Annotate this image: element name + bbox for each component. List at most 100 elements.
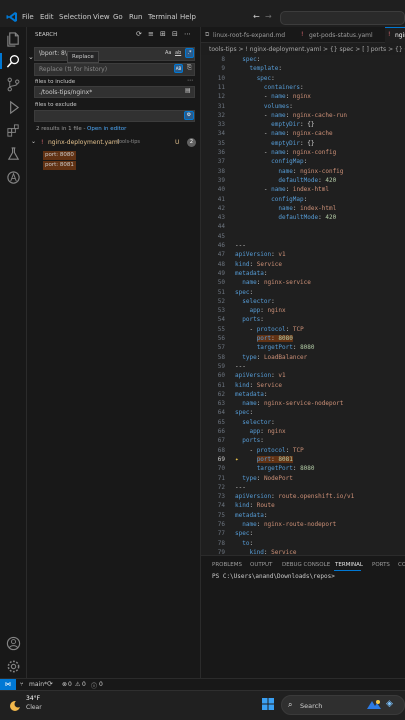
code-line[interactable]: 38 name: nginx-config [201,168,405,177]
sync-icon[interactable]: ⟳ [47,680,53,688]
regex-toggle-icon[interactable]: .* [185,48,194,58]
code-line[interactable]: 66 app: nginx [201,428,405,437]
match-whole-word-icon[interactable]: ab [175,50,181,56]
expand-chevron-icon[interactable]: ⌄ [31,138,36,145]
code-editor[interactable]: 8 spec: 9 template: 10 spec: 11 containers:… [201,55,405,555]
breadcrumb[interactable]: tools-tips > ! nginx-deployment.yaml > {… [201,43,405,55]
tab-more[interactable]: CO [398,562,405,568]
code-line[interactable]: 12 - name: nginx [201,93,405,102]
code-line[interactable]: 51 spec: [201,289,405,298]
back-arrow-icon[interactable]: ← [253,12,260,21]
code-line[interactable]: 37 configMap: [201,158,405,167]
code-line[interactable]: 9 template: [201,65,405,74]
replace-input[interactable]: Replace (⇅ for history) [34,63,195,76]
code-line[interactable]: 57 targetPort: 8080 [201,344,405,353]
code-line[interactable]: 54 ports: [201,316,405,325]
menu-edit[interactable]: Edit [40,13,54,21]
replace-all-icon[interactable]: ⎘ [187,64,192,72]
code-line[interactable]: 68 - protocol: TCP [201,447,405,456]
files-include-input[interactable]: ./tools-tips/nginx* [34,86,195,98]
code-line[interactable]: 69 port: 8081 ✦ [201,455,405,465]
tab-nginx-deployment[interactable]: ngin [391,27,405,43]
error-count[interactable]: 0 [68,681,72,688]
menu-run[interactable]: Run [129,13,142,21]
use-exclude-settings-icon[interactable]: ⚙ [184,111,194,120]
testing-icon[interactable] [6,146,21,161]
clear-results-icon[interactable]: ≡ [148,30,154,38]
code-line[interactable]: 56 port: 8080 [201,335,405,344]
new-search-editor-icon[interactable]: ⊞ [160,30,166,38]
code-line[interactable]: 39 defaultMode: 420 [201,177,405,186]
code-line[interactable]: 31 volumes: [201,103,405,112]
tab-debug-console[interactable]: DEBUG CONSOLE [282,562,330,568]
tab-linux-root-fs-expand[interactable]: linux-root-fs-expand.md [209,27,299,43]
explorer-icon[interactable] [6,32,21,47]
menu-view[interactable]: View [93,13,110,21]
toggle-details-icon[interactable]: ⋯ [187,77,193,84]
info-count[interactable]: 0 [99,681,103,688]
branch-name[interactable]: main* [29,681,47,688]
collapse-all-icon[interactable]: ⊟ [172,30,178,38]
code-line[interactable]: 58 type: LoadBalancer [201,354,405,363]
code-line[interactable]: 36 - name: nginx-config [201,149,405,158]
menu-help[interactable]: Help [180,13,196,21]
code-line[interactable]: 53 app: nginx [201,307,405,316]
code-line[interactable]: 35 emptyDir: {} [201,140,405,149]
code-line[interactable]: 47 apiVersion: v1 [201,251,405,260]
open-in-editor-link[interactable]: Open in editor [87,126,126,132]
code-line[interactable]: 48 kind: Service [201,261,405,270]
forward-arrow-icon[interactable]: → [265,12,272,21]
source-control-icon[interactable] [6,77,21,92]
preserve-case-toggle[interactable]: AB [174,64,183,73]
remote-explorer-icon[interactable] [6,170,21,185]
code-line[interactable]: 55 - protocol: TCP [201,326,405,335]
toggle-replace-chevron-icon[interactable]: ⌄ [28,53,34,61]
code-line[interactable]: 62 metadata: [201,391,405,400]
code-line[interactable]: 61 kind: Service [201,382,405,391]
account-icon[interactable] [6,636,21,651]
weather-icon[interactable] [9,697,23,713]
code-line[interactable]: 8 spec: [201,56,405,65]
result-file-row[interactable]: ⌄ ! nginx-deployment.yaml tools-tips U 2 [27,137,201,148]
code-line[interactable]: 71 type: NodePort [201,475,405,484]
code-line[interactable]: 65 selector: [201,419,405,428]
search-open-editors-icon[interactable]: ▤ [185,87,191,94]
tab-output[interactable]: OUTPUT [250,562,272,568]
files-exclude-input[interactable] [34,110,195,122]
warning-count[interactable]: 0 [82,681,86,688]
run-debug-icon[interactable] [6,100,21,115]
menu-terminal[interactable]: Terminal [148,13,178,21]
windows-start-icon[interactable] [262,698,274,710]
extensions-icon[interactable] [6,123,21,138]
code-line[interactable]: 43 defaultMode: 420 [201,214,405,223]
tab-get-pods-status[interactable]: get-pods-status.yaml [305,27,385,43]
code-line[interactable]: 52 selector: [201,298,405,307]
code-line[interactable]: 75 metadata: [201,512,405,521]
more-actions-icon[interactable]: ⋯ [184,30,191,38]
code-line[interactable]: 10 spec: [201,75,405,84]
code-line[interactable]: 45 [201,233,405,242]
code-line[interactable]: 70 targetPort: 8080 [201,465,405,474]
code-line[interactable]: 34 - name: nginx-cache [201,130,405,139]
code-line[interactable]: 42 name: index-html [201,205,405,214]
taskbar-search-box[interactable]: ⌕ Search ◈ [281,695,405,715]
search-match-item[interactable]: port: 8081 [43,161,76,170]
code-line[interactable]: 50 name: nginx-service [201,279,405,288]
code-line[interactable]: 77 spec: [201,530,405,539]
terminal-prompt[interactable]: PS C:\Users\anand\Downloads\repos> [212,573,335,580]
code-line[interactable]: 33 emptyDir: {} [201,121,405,130]
code-line[interactable]: 46 --- [201,242,405,251]
menu-selection[interactable]: Selection [59,13,91,21]
tab-problems[interactable]: PROBLEMS [212,562,242,568]
command-center[interactable] [280,11,405,25]
code-line[interactable]: 40 - name: index-html [201,186,405,195]
code-line[interactable]: 74 kind: Route [201,502,405,511]
code-line[interactable]: 72 --- [201,484,405,493]
code-line[interactable]: 67 ports: [201,437,405,446]
code-line[interactable]: 49 metadata: [201,270,405,279]
code-line[interactable]: 44 [201,223,405,232]
menu-file[interactable]: File [22,13,34,21]
code-line[interactable]: 78 to: [201,540,405,549]
code-line[interactable]: 64 spec: [201,409,405,418]
menu-go[interactable]: Go [113,13,123,21]
